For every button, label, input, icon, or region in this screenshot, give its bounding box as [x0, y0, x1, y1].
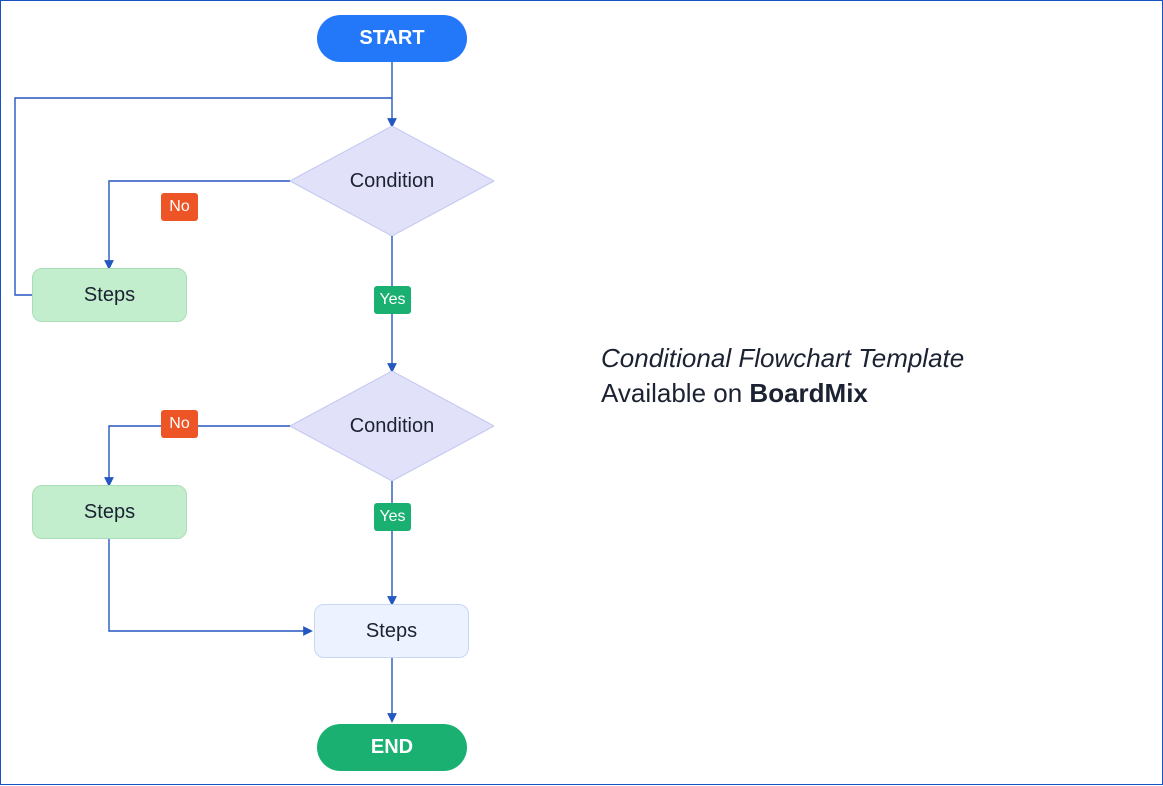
edge-label-no-2: No	[161, 410, 198, 438]
start-label: START	[359, 27, 424, 50]
process-steps-left-1: Steps	[32, 268, 187, 322]
process-steps-left-2: Steps	[32, 485, 187, 539]
process-steps-main: Steps	[314, 604, 469, 658]
decision-condition-1: Condition	[290, 126, 494, 236]
caption-title: Conditional Flowchart Template	[601, 341, 964, 376]
steps-main-label: Steps	[366, 620, 417, 643]
caption-brand: BoardMix	[749, 378, 867, 408]
edge-label-yes-2: Yes	[374, 503, 411, 531]
end-node: END	[317, 724, 467, 771]
steps-left-1-label: Steps	[84, 284, 135, 307]
edge-label-yes-1: Yes	[374, 286, 411, 314]
caption-available: Available on	[601, 378, 749, 408]
caption-subtitle: Available on BoardMix	[601, 376, 964, 411]
decision-2-label: Condition	[350, 415, 435, 438]
decision-condition-2: Condition	[290, 371, 494, 481]
edge-label-no-1: No	[161, 193, 198, 221]
start-node: START	[317, 15, 467, 62]
end-label: END	[371, 736, 413, 759]
connectors-layer	[1, 1, 1163, 786]
steps-left-2-label: Steps	[84, 501, 135, 524]
decision-1-label: Condition	[350, 170, 435, 193]
caption: Conditional Flowchart Template Available…	[601, 341, 964, 411]
diagram-canvas: START Condition No Yes Steps Condition N…	[0, 0, 1163, 785]
